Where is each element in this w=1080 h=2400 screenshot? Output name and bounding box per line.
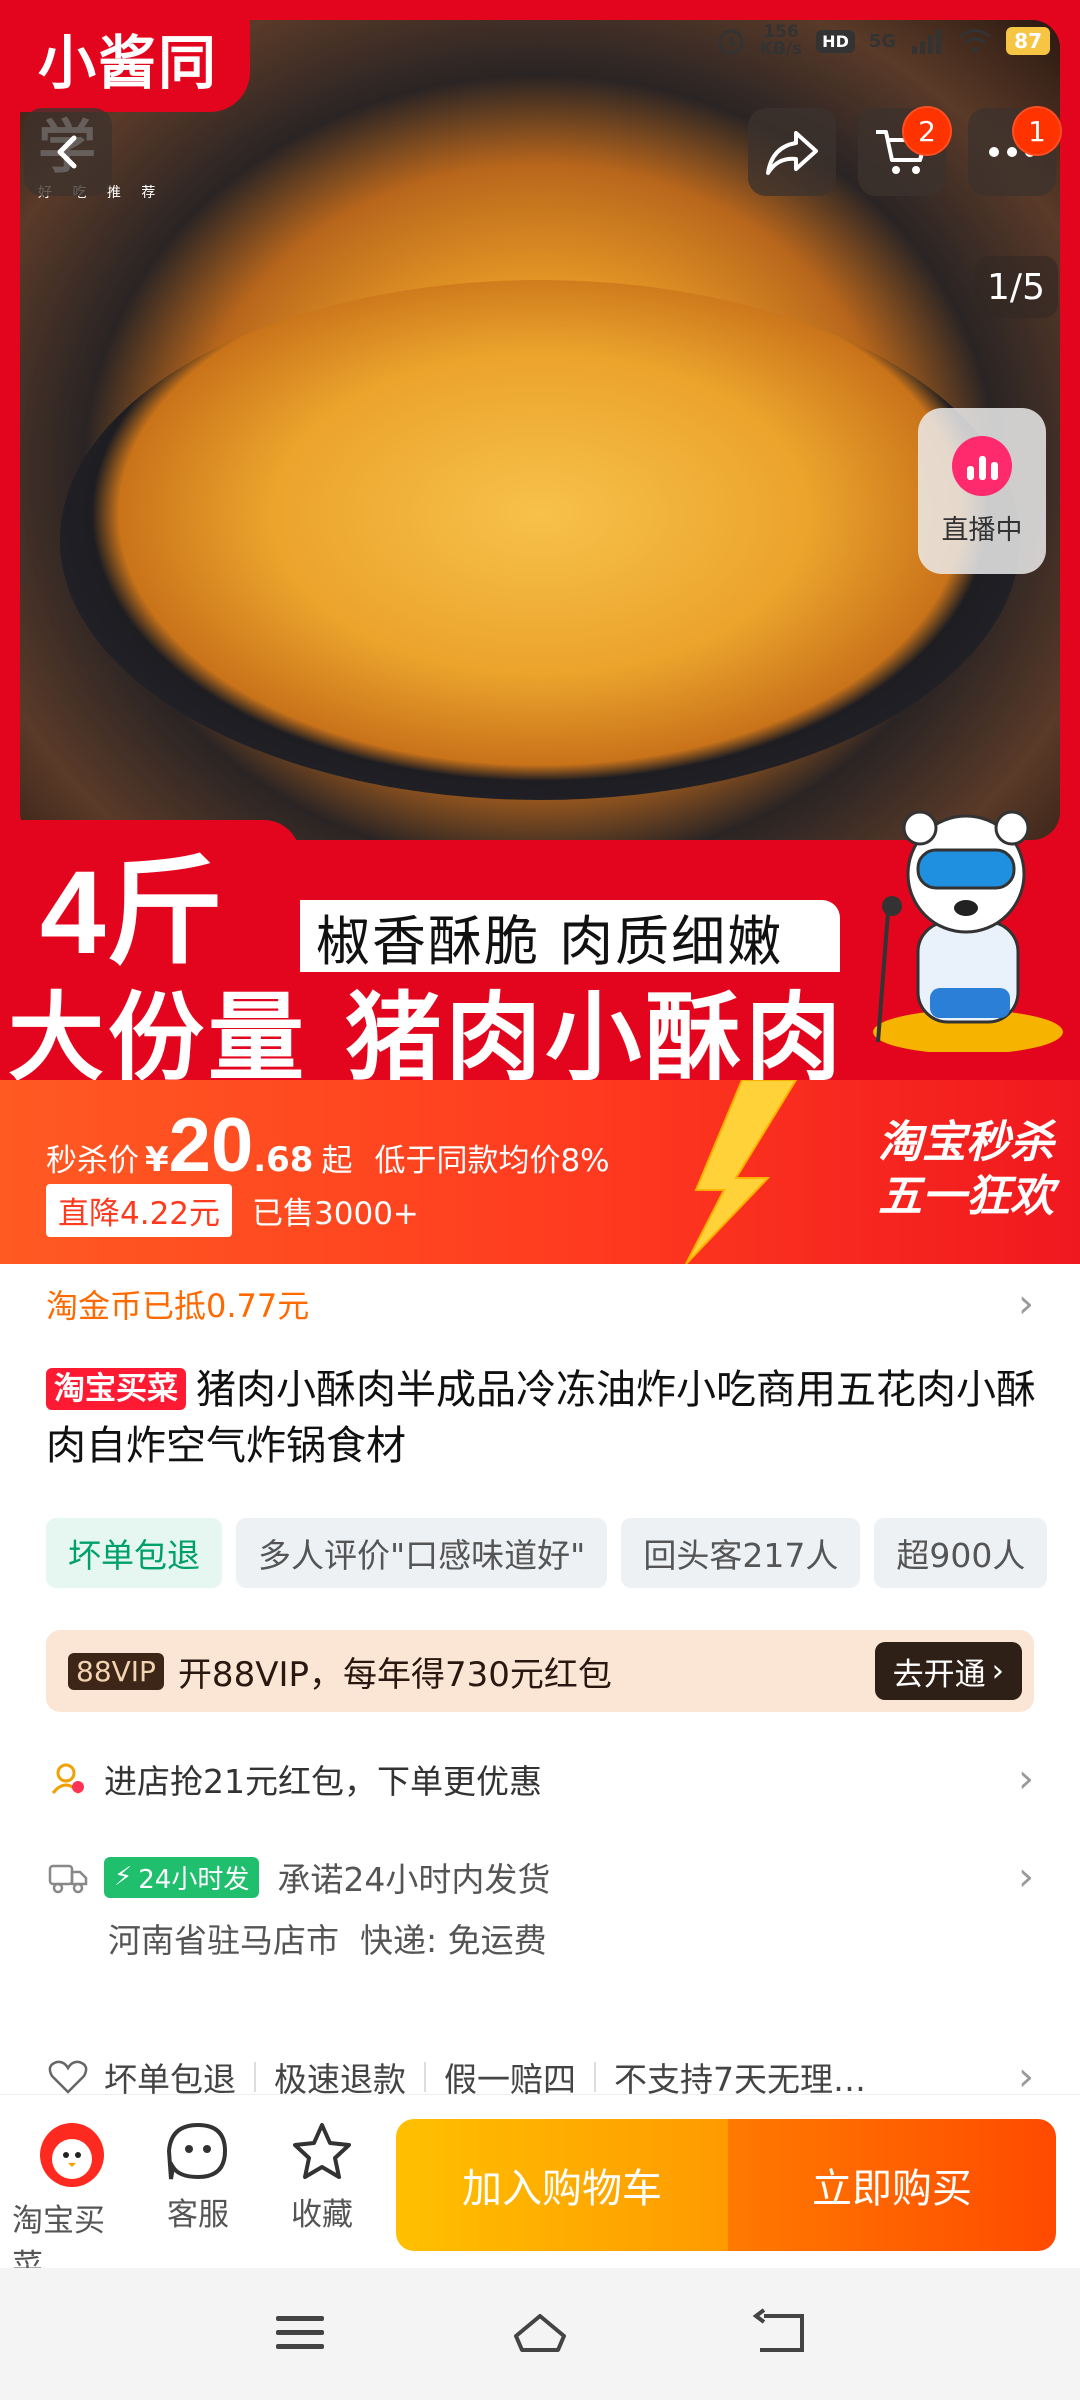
vip-open-button[interactable]: 去开通 › — [874, 1642, 1022, 1700]
vip-banner[interactable]: 88VIP 开88VIP，每年得730元红包 去开通 › — [46, 1630, 1034, 1712]
smile-chat-icon — [167, 2122, 228, 2180]
courier-fee: 快递: 免运费 — [359, 1921, 547, 1960]
heart-shield-icon — [46, 2059, 90, 2095]
cart-button[interactable]: 2 — [858, 106, 952, 196]
promo-event-label: 淘宝秒杀 五一狂欢 — [878, 1117, 1054, 1222]
live-stream-button[interactable]: 直播中 — [918, 408, 1046, 574]
store-coupon-row[interactable]: 进店抢21元红包，下单更优惠 › — [46, 1744, 1034, 1814]
system-nav-bar — [0, 2268, 1080, 2400]
signal-icon — [912, 29, 942, 54]
chip-bad-order-refund[interactable]: 坏单包退 — [46, 1518, 222, 1588]
chicken-store-icon — [40, 2123, 104, 2187]
chip-repeat-customers[interactable]: 回头客217人 — [621, 1518, 861, 1588]
ship-promise-text: 承诺24小时内发货 — [277, 1860, 551, 1899]
battery-level: 87 — [1006, 27, 1050, 55]
menu-icon[interactable] — [270, 2308, 330, 2358]
chevron-left-icon — [57, 135, 77, 169]
truck-icon — [46, 1860, 90, 1894]
vip-logo: 88VIP — [68, 1652, 164, 1690]
share-button[interactable] — [748, 108, 836, 196]
buy-now-button[interactable]: 立即购买 — [728, 2119, 1056, 2251]
more-button[interactable]: 1 — [968, 106, 1062, 196]
favorite-button[interactable]: 收藏 — [262, 2121, 382, 2234]
quantity-badge: 4斤 — [0, 820, 300, 979]
product-info-panel: 淘金币已抵0.77元 › 淘宝买菜 猪肉小酥肉半成品冷冻油炸小吃商用五花肉小酥肉自… — [0, 1264, 1080, 2100]
chevron-right-icon: › — [1018, 1854, 1034, 1900]
chip-reviews[interactable]: 多人评价"口感味道好" — [236, 1518, 608, 1588]
network-type: 5G — [868, 30, 897, 52]
price-drop-badge: 直降4.22元 — [46, 1184, 233, 1237]
product-image-carousel[interactable]: 小酱同学 好 吃 推 荐 156KB/s HD 5G 87 2 1 1/5 直播… — [0, 0, 1080, 1080]
wifi-icon — [959, 29, 992, 53]
coins-discount-row[interactable]: 淘金币已抵0.77元 › — [46, 1264, 1034, 1344]
cart-count-badge: 2 — [902, 106, 952, 156]
sold-count: 已售3000+ — [252, 1196, 419, 1232]
highlight-chips: 坏单包退 多人评价"口感味道好" 回头客217人 超900人 — [46, 1518, 1080, 1588]
alarm-icon — [718, 29, 744, 55]
message-count-badge: 1 — [1012, 106, 1062, 156]
24h-ship-tag: ⚡ 24小时发 — [104, 1856, 260, 1898]
live-label: 直播中 — [941, 514, 1023, 546]
add-to-cart-button[interactable]: 加入购物车 — [396, 2119, 728, 2251]
star-icon — [293, 2123, 351, 2179]
share-icon — [766, 131, 818, 175]
chevron-right-icon: › — [1018, 1281, 1034, 1327]
price-compare-note: 低于同款均价8% — [374, 1143, 610, 1179]
price-banner: 秒杀价 ¥ 20 .68 起 低于同款均价8% 直降4.22元 已售3000+ … — [0, 1080, 1080, 1264]
seckill-price: 秒杀价 ¥ 20 .68 起 低于同款均价8% — [46, 1103, 610, 1188]
chip-buyers[interactable]: 超900人 — [874, 1518, 1048, 1588]
vip-text: 开88VIP，每年得730元红包 — [177, 1654, 612, 1695]
hd-badge: HD — [816, 29, 855, 53]
shipping-row[interactable]: ⚡ 24小时发 承诺24小时内发货 › — [46, 1842, 1034, 1912]
home-icon[interactable] — [510, 2308, 570, 2358]
ship-origin: 河南省驻马店市 快递: 免运费 — [108, 1921, 547, 1960]
status-bar: 156 KB/s HD 5G 87 — [716, 18, 1050, 64]
chevron-right-icon: › — [991, 1653, 1004, 1689]
person-coupon-icon — [46, 1761, 90, 1797]
image-pager: 1/5 — [974, 256, 1058, 318]
store-coupon-text: 进店抢21元红包，下单更优惠 — [104, 1762, 542, 1801]
store-button[interactable]: 淘宝买菜 — [12, 2121, 132, 2285]
customer-service-button[interactable]: 客服 — [138, 2121, 258, 2234]
coins-discount-text: 淘金币已抵0.77元 — [46, 1287, 310, 1325]
brand-logo: 小酱同学 好 吃 推 荐 — [0, 0, 250, 201]
polar-bear-mascot-icon — [873, 810, 1063, 1052]
chevron-right-icon: › — [1018, 1756, 1034, 1802]
product-title: 淘宝买菜 猪肉小酥肉半成品冷冻油炸小吃商用五花肉小酥肉自炸空气炸锅食材 — [46, 1367, 1036, 1469]
network-speed: 156 KB/s — [759, 22, 803, 59]
lightning-icon: ⚡ — [114, 1862, 133, 1892]
lightning-icon — [685, 1080, 798, 1264]
live-bars-icon — [952, 435, 1012, 496]
fried-pork-plate — [60, 280, 1020, 800]
back-nav-icon[interactable] — [750, 2308, 810, 2358]
bottom-action-bar: 淘宝买菜 客服 收藏 加入购物车 立即购买 — [0, 2094, 1080, 2284]
taobao-grocery-tag: 淘宝买菜 — [46, 1368, 186, 1410]
back-button[interactable] — [24, 108, 112, 196]
